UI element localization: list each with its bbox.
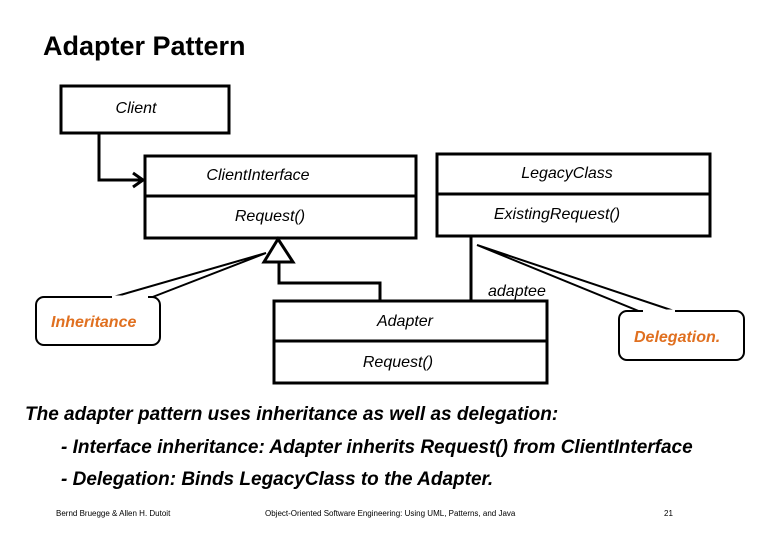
client-interface-class-name: ClientInterface — [206, 167, 310, 184]
footer-page-number: 21 — [664, 509, 673, 518]
inheritance-callout-label: Inheritance — [51, 314, 137, 331]
client-class-name: Client — [115, 100, 157, 117]
body-line-2: - Interface inheritance: Adapter inherit… — [61, 437, 693, 458]
legacy-class-operation: ExistingRequest() — [493, 206, 621, 223]
generalization-triangle-icon — [261, 236, 296, 264]
client-association-line — [97, 133, 143, 182]
body-line-3: - Delegation: Binds LegacyClass to the A… — [61, 469, 494, 490]
legacy-class-name: LegacyClass — [521, 165, 613, 182]
inheritance-callout-pointer — [109, 252, 267, 299]
adapter-operation: Request() — [362, 354, 434, 371]
client-interface-operation: Request() — [234, 208, 306, 225]
uml-diagram — [35, 84, 745, 385]
body-line-1: The adapter pattern uses inheritance as … — [25, 404, 559, 425]
footer-book-title: Object-Oriented Software Engineering: Us… — [265, 509, 516, 518]
delegation-callout-label: Delegation. — [634, 329, 721, 346]
footer-authors: Bernd Bruegge & Allen H. Dutoit — [56, 509, 171, 518]
adaptee-role-label: adaptee — [488, 283, 546, 300]
adapter-class-name: Adapter — [376, 313, 434, 330]
generalization-line — [277, 262, 382, 301]
